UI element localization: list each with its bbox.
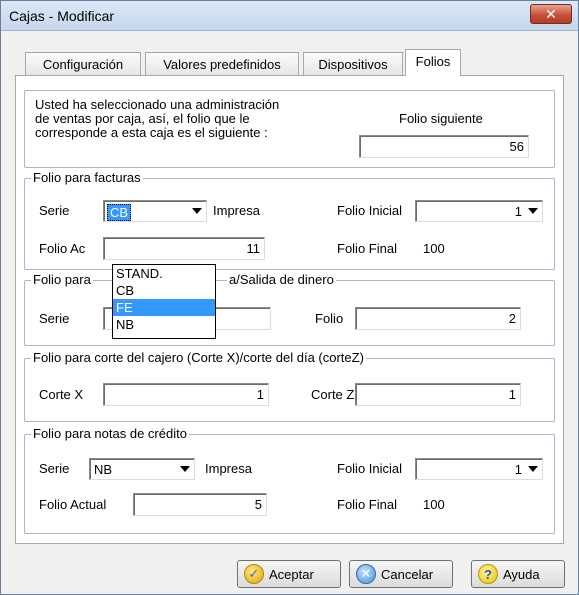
window-title: Cajas - Modificar: [9, 8, 115, 24]
facturas-serie-label: Serie: [39, 203, 70, 218]
checkmark-icon: ✓: [244, 564, 264, 584]
close-icon: ✕: [545, 5, 557, 22]
facturas-folio-inicial-label: Folio Inicial: [337, 203, 403, 218]
dinero-folio-field[interactable]: 2: [355, 307, 521, 330]
credito-folio-inicial-label: Folio Inicial: [337, 461, 403, 476]
dialog-window: Cajas - Modificar ✕ Configuración Valore…: [0, 0, 579, 595]
dinero-group: Folio para a/Salida de dinero Serie Foli…: [24, 272, 555, 346]
tab-folios[interactable]: Folios: [405, 49, 461, 76]
facturas-serie-dropdown: STAND. CB FE NB: [112, 264, 216, 339]
info-group: Usted ha seleccionado una administración…: [24, 90, 555, 168]
cancel-x-icon: ✕: [356, 564, 376, 584]
credito-folio-inicial-combo[interactable]: 1: [415, 458, 543, 480]
chevron-down-icon[interactable]: [180, 466, 190, 472]
chevron-down-icon[interactable]: [528, 208, 538, 214]
info-text-line3: corresponde a esta caja es el siguiente …: [35, 125, 268, 140]
cancel-button-label: Cancelar: [381, 566, 434, 582]
dinero-serie-label: Serie: [39, 311, 70, 326]
folio-siguiente-field[interactable]: 56: [359, 135, 529, 158]
credito-impresa-label: Impresa: [205, 461, 252, 476]
folios-panel: Usted ha seleccionado una administración…: [15, 75, 564, 544]
credito-serie-combo[interactable]: NB: [89, 458, 195, 480]
accept-button-label: Aceptar: [269, 566, 314, 582]
credito-folio-actual-field[interactable]: 5: [133, 493, 267, 516]
corte-x-label: Corte X: [39, 387, 84, 402]
credito-group: Folio para notas de crédito Serie NB Imp…: [24, 426, 555, 534]
cancel-button[interactable]: ✕ Cancelar: [349, 560, 453, 588]
accept-button[interactable]: ✓ Aceptar: [237, 560, 341, 588]
tab-valores-predefinidos[interactable]: Valores predefinidos: [145, 52, 299, 75]
facturas-folio-actual-field[interactable]: 11: [103, 237, 265, 260]
dinero-folio-label: Folio: [315, 311, 344, 326]
folio-siguiente-label: Folio siguiente: [399, 111, 483, 126]
info-text-line2: de ventas por caja, así, el folio que le: [35, 111, 250, 126]
facturas-folio-final-label: Folio Final: [337, 241, 397, 256]
tab-dispositivos[interactable]: Dispositivos: [303, 52, 403, 75]
close-button[interactable]: ✕: [530, 4, 572, 24]
facturas-folio-inicial-value: 1: [514, 204, 522, 219]
credito-folio-final-value: 100: [423, 497, 445, 512]
dinero-group-title-right: a/Salida de dinero: [227, 272, 336, 287]
credito-group-title: Folio para notas de crédito: [31, 426, 189, 441]
dropdown-option-cb[interactable]: CB: [113, 282, 215, 299]
corte-group-title: Folio para corte del cajero (Corte X)/co…: [31, 350, 366, 365]
dinero-group-title-left: Folio para: [31, 272, 93, 287]
dropdown-option-fe[interactable]: FE: [113, 299, 215, 316]
dialog-client: Configuración Valores predefinidos Dispo…: [1, 32, 578, 594]
question-icon: ?: [478, 564, 498, 584]
title-bar[interactable]: Cajas - Modificar ✕: [1, 1, 578, 31]
facturas-folio-inicial-combo[interactable]: 1: [415, 200, 543, 222]
credito-folio-inicial-value: 1: [514, 462, 522, 477]
facturas-group-title: Folio para facturas: [31, 170, 143, 185]
facturas-folio-final-value: 100: [423, 241, 445, 256]
facturas-group: Folio para facturas Serie CB Impresa Fol…: [24, 170, 555, 270]
help-button[interactable]: ? Ayuda: [471, 560, 565, 588]
facturas-serie-value: CB: [107, 204, 132, 221]
dropdown-option-nb[interactable]: NB: [113, 316, 215, 333]
help-button-label: Ayuda: [503, 566, 540, 582]
corte-x-field[interactable]: 1: [103, 383, 269, 406]
facturas-serie-combo[interactable]: CB: [103, 200, 207, 222]
corte-z-field[interactable]: 1: [355, 383, 521, 406]
facturas-impresa-label: Impresa: [213, 203, 260, 218]
dropdown-option-stand[interactable]: STAND.: [113, 265, 215, 282]
facturas-folio-actual-label: Folio Ac: [39, 241, 86, 256]
info-text-line1: Usted ha seleccionado una administración: [35, 97, 280, 112]
corte-group: Folio para corte del cajero (Corte X)/co…: [24, 350, 555, 422]
chevron-down-icon[interactable]: [192, 208, 202, 214]
credito-folio-actual-label: Folio Actual: [39, 497, 107, 512]
chevron-down-icon[interactable]: [528, 466, 538, 472]
corte-z-label: Corte Z: [311, 387, 355, 402]
credito-serie-value: NB: [94, 462, 113, 477]
tab-configuracion[interactable]: Configuración: [25, 52, 141, 75]
credito-folio-final-label: Folio Final: [337, 497, 397, 512]
credito-serie-label: Serie: [39, 461, 70, 476]
